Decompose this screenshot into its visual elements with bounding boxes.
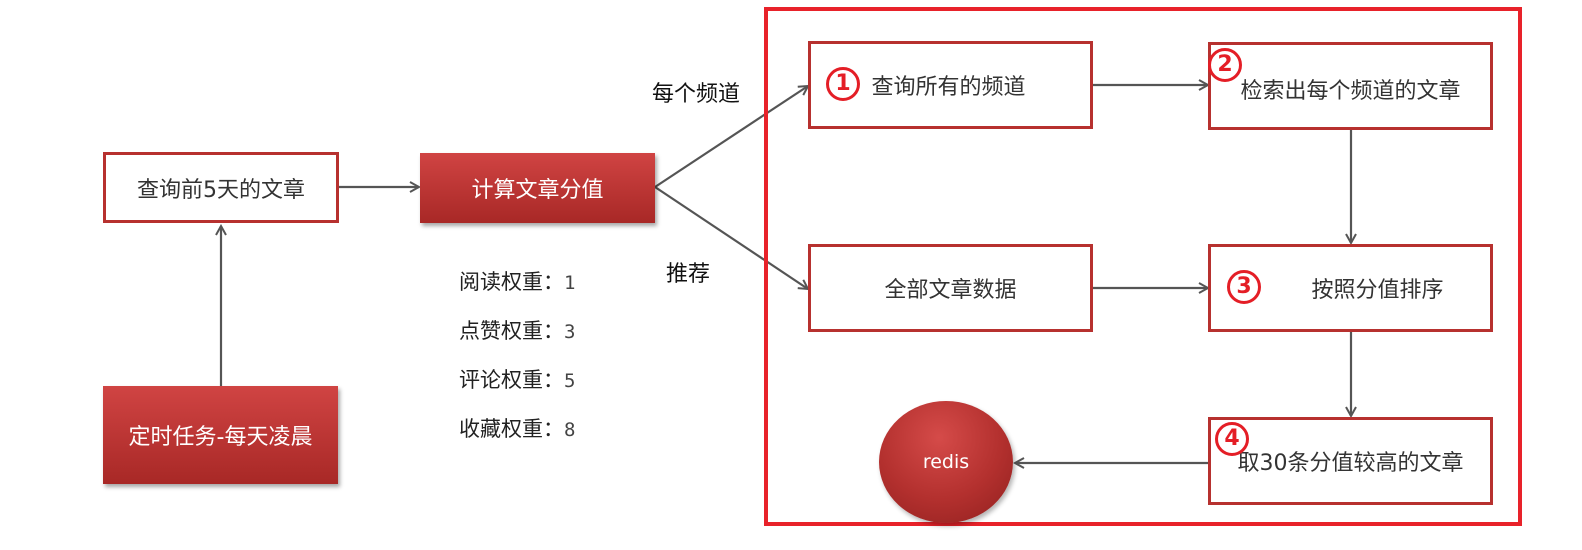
flow-diagram: 查询前5天的文章 定时任务-每天凌晨 计算文章分值 每个频道 推荐 阅读权重：1… (0, 0, 1582, 550)
step-badge-1: 1 (826, 67, 860, 101)
query-recent-articles-box: 查询前5天的文章 (103, 152, 339, 223)
weight-item: 评论权重：5 (459, 368, 576, 392)
sort-by-score-label: 按照分值排序 (1311, 278, 1444, 303)
step-badge-4: 4 (1215, 422, 1249, 456)
weight-item: 点赞权重：3 (459, 319, 576, 343)
weight-item: 收藏权重：8 (459, 417, 576, 441)
compute-score-label: 计算文章分值 (471, 178, 604, 203)
step-badge-2: 2 (1208, 48, 1242, 82)
top-30-articles-box: 取30条分值较高的文章 (1208, 417, 1493, 505)
weight-item: 阅读权重：1 (459, 270, 576, 294)
edge-label-per-channel: 每个频道 (652, 82, 741, 107)
daily-job-label: 定时任务-每天凌晨 (128, 425, 313, 450)
all-articles-box: 全部文章数据 (808, 244, 1093, 332)
query-channels-label: 查询所有的频道 (871, 75, 1026, 100)
query-recent-articles-label: 查询前5天的文章 (137, 177, 305, 203)
weights-list: 阅读权重：1 点赞权重：3 评论权重：5 收藏权重：8 (459, 266, 575, 462)
top-30-articles-label: 取30条分值较高的文章 (1237, 451, 1464, 476)
search-channel-articles-box: 检索出每个频道的文章 (1208, 42, 1493, 130)
compute-score-box: 计算文章分值 (420, 153, 655, 223)
daily-job-box: 定时任务-每天凌晨 (103, 386, 338, 484)
search-channel-articles-label: 检索出每个频道的文章 (1240, 79, 1461, 104)
redis-label: redis (922, 451, 970, 473)
all-articles-label: 全部文章数据 (884, 278, 1017, 303)
redis-store: redis (879, 401, 1013, 523)
edge-label-recommend: 推荐 (666, 262, 711, 287)
step-badge-3: 3 (1227, 270, 1261, 304)
